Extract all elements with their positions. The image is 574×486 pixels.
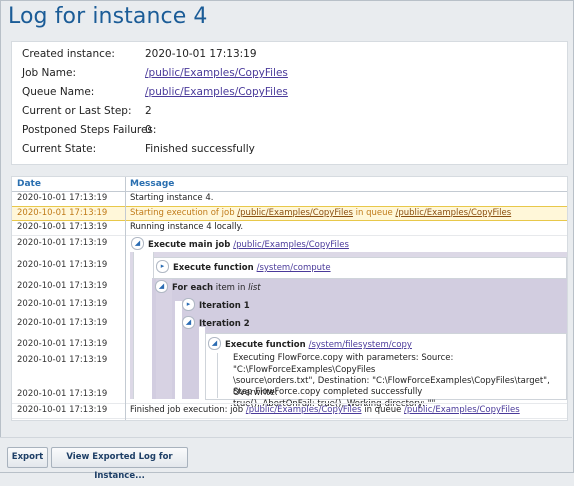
job-link[interactable]: /public/Examples/CopyFiles: [246, 405, 362, 415]
tree-node-for-each: ◢ For each item in list: [155, 280, 261, 295]
export-button[interactable]: Export: [7, 447, 48, 468]
log-text: Finished job execution: job: [130, 405, 246, 415]
instance-info-panel: Created instance: 2020-10-01 17:13:19 Jo…: [11, 41, 568, 165]
tree-node-iteration-2: ◢ Iteration 2: [182, 316, 250, 331]
log-text: in queue: [361, 405, 405, 415]
copy-function-link[interactable]: /system/filesystem/copy: [309, 340, 412, 350]
queue-link[interactable]: /public/Examples/CopyFiles: [404, 405, 520, 415]
column-header-date[interactable]: Date: [17, 179, 41, 189]
tree-node-iteration-1: ▸ Iteration 1: [182, 298, 250, 313]
log-row: 2020-10-01 17:13:19: [12, 296, 567, 314]
log-row: 2020-10-01 17:13:19: [12, 278, 567, 296]
node-label: Iteration 2: [199, 319, 250, 329]
page-title: Log for instance 4: [8, 4, 208, 29]
collapse-toggle-icon[interactable]: ◢: [182, 316, 195, 329]
node-label: For each: [172, 283, 214, 293]
expand-toggle-icon[interactable]: ▸: [182, 298, 195, 311]
log-row: 2020-10-01 17:13:19 Running instance 4 l…: [12, 221, 567, 236]
log-row: 2020-10-01 17:13:19 Finished job executi…: [12, 403, 567, 419]
column-separator: [125, 177, 126, 420]
column-header-message[interactable]: Message: [130, 179, 174, 189]
info-label: Created instance:: [22, 48, 115, 60]
log-message: Starting execution of job /public/Exampl…: [130, 207, 563, 220]
job-name-link[interactable]: /public/Examples/CopyFiles: [145, 64, 288, 83]
node-variable: list: [248, 283, 261, 293]
log-table-header: Date Message: [12, 177, 567, 192]
log-date: 2020-10-01 17:13:19: [17, 281, 108, 291]
collapse-toggle-icon[interactable]: ◢: [155, 280, 168, 293]
queue-name-link[interactable]: /public/Examples/CopyFiles: [145, 83, 288, 102]
collapse-toggle-icon[interactable]: ◢: [208, 337, 221, 350]
view-exported-log-button[interactable]: View Exported Log for Instance...: [51, 447, 188, 481]
step-completed-message: Step FlowForce.copy completed successful…: [233, 387, 423, 397]
log-row: 2020-10-01 17:13:19: [12, 314, 567, 332]
copy-parameters-message: Executing FlowForce.copy with parameters…: [233, 353, 567, 411]
node-label: Execute function: [225, 340, 309, 350]
job-link[interactable]: /public/Examples/CopyFiles: [237, 208, 353, 218]
log-date: 2020-10-01 17:13:19: [17, 208, 108, 218]
log-row-highlighted: 2020-10-01 17:13:19 Starting execution o…: [12, 206, 567, 221]
info-label: Job Name:: [22, 67, 77, 79]
log-date: 2020-10-01 17:13:19: [17, 318, 108, 328]
info-label: Current State:: [22, 143, 97, 155]
info-label: Queue Name:: [22, 86, 95, 98]
compute-function-link[interactable]: /system/compute: [257, 263, 331, 273]
log-date: 2020-10-01 17:13:19: [17, 260, 108, 270]
log-row: 2020-10-01 17:13:19 Starting instance 4.: [12, 192, 567, 207]
info-value: 2: [145, 105, 152, 117]
log-date: 2020-10-01 17:13:19: [17, 238, 108, 248]
tree-node-main-job: ◢ Execute main job /public/Examples/CopyF…: [131, 237, 349, 252]
node-label: Iteration 1: [199, 301, 250, 311]
info-value: Finished successfully: [145, 143, 255, 155]
log-date: 2020-10-01 17:13:19: [17, 299, 108, 309]
log-table: Date Message 2020-10-01 17:13:19 Startin…: [11, 176, 568, 421]
log-message: Finished job execution: job /public/Exam…: [130, 404, 563, 417]
log-date: 2020-10-01 17:13:19: [17, 355, 108, 365]
tree-node-compute: ▸ Execute function /system/compute: [156, 260, 331, 275]
queue-link[interactable]: /public/Examples/CopyFiles: [395, 208, 511, 218]
info-label: Postponed Steps Failures:: [22, 124, 157, 136]
info-value: 0: [145, 124, 152, 136]
log-message: Starting instance 4.: [130, 193, 214, 203]
collapse-toggle-icon[interactable]: ◢: [131, 237, 144, 250]
expand-toggle-icon[interactable]: ▸: [156, 260, 169, 273]
info-label: Current or Last Step:: [22, 105, 132, 117]
log-date: 2020-10-01 17:13:19: [17, 193, 108, 203]
info-value: 2020-10-01 17:13:19: [145, 48, 257, 60]
log-date: 2020-10-01 17:13:19: [17, 405, 108, 415]
message-line: Executing FlowForce.copy with parameters…: [233, 353, 454, 375]
node-label: Execute function: [173, 263, 257, 273]
log-date: 2020-10-01 17:13:19: [17, 339, 108, 349]
log-text: in queue: [352, 208, 396, 218]
tree-node-copy: ◢ Execute function /system/filesystem/cop…: [208, 337, 412, 352]
log-message: Running instance 4 locally.: [130, 222, 244, 232]
main-job-link[interactable]: /public/Examples/CopyFiles: [233, 240, 349, 250]
log-date: 2020-10-01 17:13:19: [17, 389, 108, 399]
log-date: 2020-10-01 17:13:19: [17, 222, 108, 232]
log-text: Starting execution of job: [130, 208, 238, 218]
node-label: Execute main job: [148, 240, 234, 250]
node-text: item in: [213, 283, 249, 293]
